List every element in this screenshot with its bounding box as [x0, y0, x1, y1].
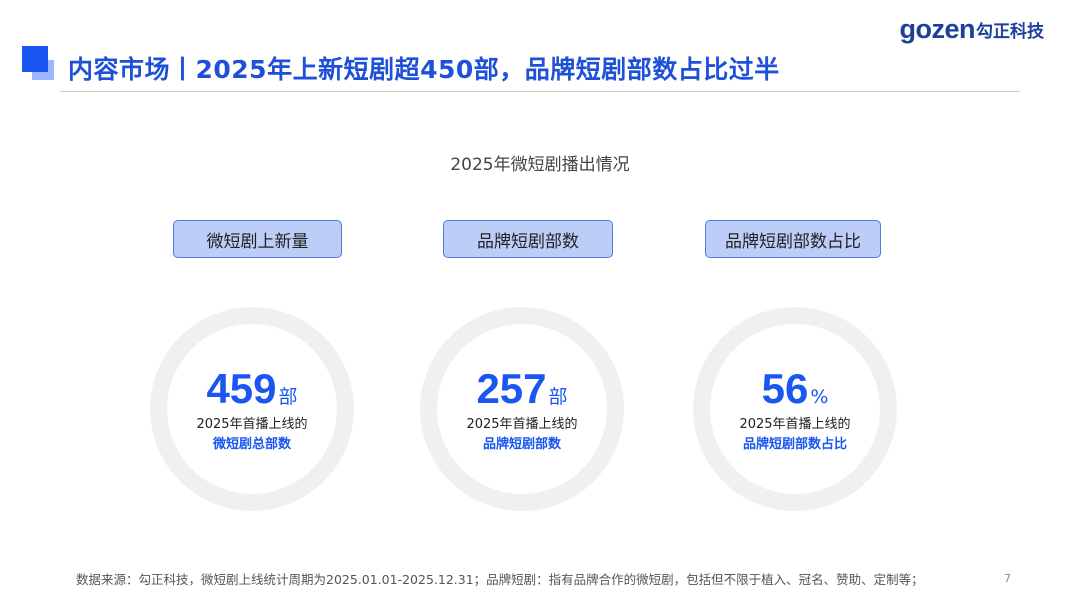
stat-highlight: 品牌短剧部数占比 — [742, 437, 847, 452]
company-logo: gozen 勾正科技 — [900, 14, 1045, 44]
stat-value: 56 — [761, 365, 809, 412]
stat-value: 459 — [206, 365, 277, 412]
stat-description: 2025年首播上线的 — [466, 417, 578, 432]
stat-value: 257 — [476, 365, 547, 412]
stat-card-brand-dramas: 257 部 2025年首播上线的 品牌短剧部数 — [420, 307, 624, 511]
stat-description: 2025年首播上线的 — [739, 417, 851, 432]
logo-mark: gozen — [899, 13, 976, 44]
stat-label-brand-share: 品牌短剧部数占比 — [705, 220, 881, 258]
page-number: 7 — [1004, 572, 1011, 585]
stat-unit: 部 — [548, 386, 568, 408]
stat-label-brand-dramas: 品牌短剧部数 — [443, 220, 613, 258]
stat-highlight: 品牌短剧部数 — [482, 437, 561, 452]
stat-card-new-dramas: 459 部 2025年首播上线的 微短剧总部数 — [150, 307, 354, 511]
stat-highlight: 微短剧总部数 — [212, 437, 291, 452]
stat-unit: % — [810, 386, 829, 408]
data-source-footnote: 数据来源：勾正科技，微短剧上线统计周期为2025.01.01-2025.12.3… — [76, 572, 924, 587]
section-title: 2025年微短剧播出情况 — [450, 155, 630, 175]
logo-text: 勾正科技 — [976, 21, 1044, 42]
stat-unit: 部 — [278, 386, 298, 408]
page-title: 内容市场丨2025年上新短剧超450部，品牌短剧部数占比过半 — [68, 55, 780, 84]
stat-label-new-dramas: 微短剧上新量 — [173, 220, 342, 258]
stat-description: 2025年首播上线的 — [196, 417, 308, 432]
title-divider — [60, 91, 1020, 92]
stat-card-brand-share: 56% 2025年首播上线的 品牌短剧部数占比 — [693, 307, 897, 511]
title-decoration-icon — [22, 46, 58, 82]
